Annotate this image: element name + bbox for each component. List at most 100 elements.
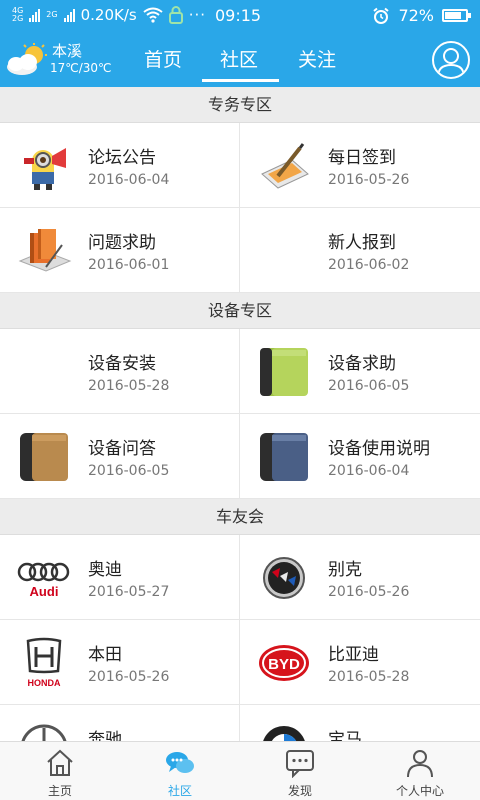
board-item-device-help[interactable]: 设备求助 2016-06-05 xyxy=(240,329,480,413)
active-tab-indicator xyxy=(202,79,279,82)
board-title: 设备使用说明 xyxy=(328,439,430,459)
weather-widget[interactable]: 本溪 17℃/30℃ xyxy=(4,40,124,80)
section-header-zhuanwu: 专务专区 xyxy=(0,87,480,123)
board-date: 2016-06-01 xyxy=(88,257,170,273)
byd-logo-icon: BYD xyxy=(259,645,309,681)
board-title: 奥迪 xyxy=(88,560,122,580)
nav-profile-label: 个人中心 xyxy=(395,784,444,798)
battery-fill xyxy=(445,12,461,19)
audi-logo-icon: Audi xyxy=(17,562,70,599)
board-date: 2016-06-04 xyxy=(88,172,170,188)
byd-logo-text: BYD xyxy=(268,656,300,673)
board-item-bmw[interactable]: 宝马 xyxy=(240,705,480,741)
forum-content[interactable]: 专务专区 论坛公告 2016-06-04 每日签到 2016-05-26 问题求… xyxy=(0,87,480,741)
network-type: 4G 2G xyxy=(12,7,23,23)
board-date: 2016-06-05 xyxy=(328,378,410,394)
board-title: 宝马 xyxy=(328,730,362,741)
board-title: 设备求助 xyxy=(328,354,396,374)
board-item-help[interactable]: 问题求助 2016-06-01 xyxy=(0,208,240,292)
board-item-announcement[interactable]: 论坛公告 2016-06-04 xyxy=(0,123,240,207)
board-row: Audi 奥迪 2016-05-27 别克 2016-05-26 xyxy=(0,535,480,620)
tab-home[interactable]: 首页 xyxy=(144,45,182,75)
nav-discover-label: 发现 xyxy=(287,784,312,798)
lock-icon xyxy=(168,6,183,24)
board-title: 问题求助 xyxy=(88,233,156,253)
minion-megaphone-icon xyxy=(24,148,66,190)
brown-notebook-icon xyxy=(20,433,68,481)
nav-community-label: 社区 xyxy=(167,784,192,798)
tab-follow[interactable]: 关注 xyxy=(298,45,336,75)
nav-home-label: 主页 xyxy=(47,784,72,798)
user-avatar[interactable] xyxy=(432,41,470,79)
alarm-icon xyxy=(373,7,390,24)
section-header-car-club: 车友会 xyxy=(0,499,480,535)
signal-icon-1 xyxy=(29,8,41,22)
board-item-device-manual[interactable]: 设备使用说明 2016-06-04 xyxy=(240,414,480,498)
network-speed: 0.20K/s xyxy=(80,6,137,24)
board-row: 设备安装 2016-05-28 设备求助 2016-06-05 xyxy=(0,329,480,414)
board-row: 设备问答 2016-06-05 设备使用说明 2016-06-04 xyxy=(0,414,480,499)
wifi-icon xyxy=(143,7,163,23)
board-row: 论坛公告 2016-06-04 每日签到 2016-05-26 xyxy=(0,123,480,208)
bmw-logo-icon xyxy=(263,726,305,741)
nav-discover[interactable]: 发现 xyxy=(240,742,360,800)
board-title: 别克 xyxy=(328,560,362,580)
notepad-pen-icon xyxy=(261,143,309,189)
board-item-newcomer[interactable]: 新人报到 2016-06-02 xyxy=(240,208,480,292)
board-date: 2016-05-28 xyxy=(88,378,170,394)
board-date: 2016-06-05 xyxy=(88,463,170,479)
board-item-device-install[interactable]: 设备安装 2016-05-28 xyxy=(0,329,240,413)
green-notebook-icon xyxy=(260,348,308,396)
section-header-device: 设备专区 xyxy=(0,293,480,329)
honda-logo-icon: HONDA xyxy=(26,637,62,688)
bottom-navigation: 主页 社区 发现 个人中心 xyxy=(0,741,480,800)
board-item-mercedes[interactable]: 奔驰 xyxy=(0,705,240,741)
board-date: 2016-05-26 xyxy=(328,172,410,188)
weather-city: 本溪 xyxy=(52,42,83,60)
board-row: 奔驰 宝马 xyxy=(0,705,480,741)
nav-home[interactable]: 主页 xyxy=(0,742,120,800)
nav-profile[interactable]: 个人中心 xyxy=(360,742,480,800)
buick-logo-icon xyxy=(263,557,305,599)
board-item-honda[interactable]: HONDA 本田 2016-05-26 xyxy=(0,620,240,704)
board-title: 设备安装 xyxy=(88,354,156,374)
battery-icon xyxy=(442,9,471,22)
partly-cloudy-icon xyxy=(7,43,47,75)
status-left: 4G 2G 2G 0.20K/s ··· xyxy=(12,6,206,24)
board-item-audi[interactable]: Audi 奥迪 2016-05-27 xyxy=(0,535,240,619)
board-title: 本田 xyxy=(88,645,122,665)
board-date: 2016-05-27 xyxy=(88,584,170,600)
board-date: 2016-05-26 xyxy=(328,584,410,600)
books-icon xyxy=(18,229,72,272)
board-item-buick[interactable]: 别克 2016-05-26 xyxy=(240,535,480,619)
blue-notebook-icon xyxy=(260,433,308,481)
network-type-2: 2G xyxy=(46,11,57,19)
board-item-device-qa[interactable]: 设备问答 2016-06-05 xyxy=(0,414,240,498)
board-title: 设备问答 xyxy=(88,439,156,459)
board-item-byd[interactable]: BYD 比亚迪 2016-05-28 xyxy=(240,620,480,704)
board-row: 问题求助 2016-06-01 新人报到 2016-06-02 xyxy=(0,208,480,293)
honda-logo-text: HONDA xyxy=(28,678,61,688)
status-time: 09:15 xyxy=(215,6,262,25)
more-dots-icon: ··· xyxy=(188,6,207,24)
audi-logo-text: Audi xyxy=(30,584,59,599)
board-title: 新人报到 xyxy=(328,233,396,253)
tab-community[interactable]: 社区 xyxy=(220,45,258,75)
board-item-checkin[interactable]: 每日签到 2016-05-26 xyxy=(240,123,480,207)
board-title: 比亚迪 xyxy=(328,645,379,665)
battery-percent: 72% xyxy=(398,6,434,25)
board-date: 2016-06-04 xyxy=(328,463,410,479)
board-title: 论坛公告 xyxy=(88,148,156,168)
chat-bubbles-icon xyxy=(166,752,194,773)
mercedes-logo-icon xyxy=(21,724,67,741)
status-right: 72% xyxy=(372,6,471,25)
board-date: 2016-05-26 xyxy=(88,669,170,685)
top-header: 本溪 17℃/30℃ 首页 社区 关注 xyxy=(0,33,480,87)
home-icon xyxy=(47,749,73,776)
nav-community[interactable]: 社区 xyxy=(120,742,240,800)
weather-temp: 17℃/30℃ xyxy=(50,61,112,75)
network-type-bottom: 2G xyxy=(12,14,24,23)
board-title: 每日签到 xyxy=(328,148,396,168)
status-bar: 4G 2G 2G 0.20K/s ··· 09:15 72% xyxy=(0,0,480,33)
user-avatar-icon xyxy=(437,48,465,77)
